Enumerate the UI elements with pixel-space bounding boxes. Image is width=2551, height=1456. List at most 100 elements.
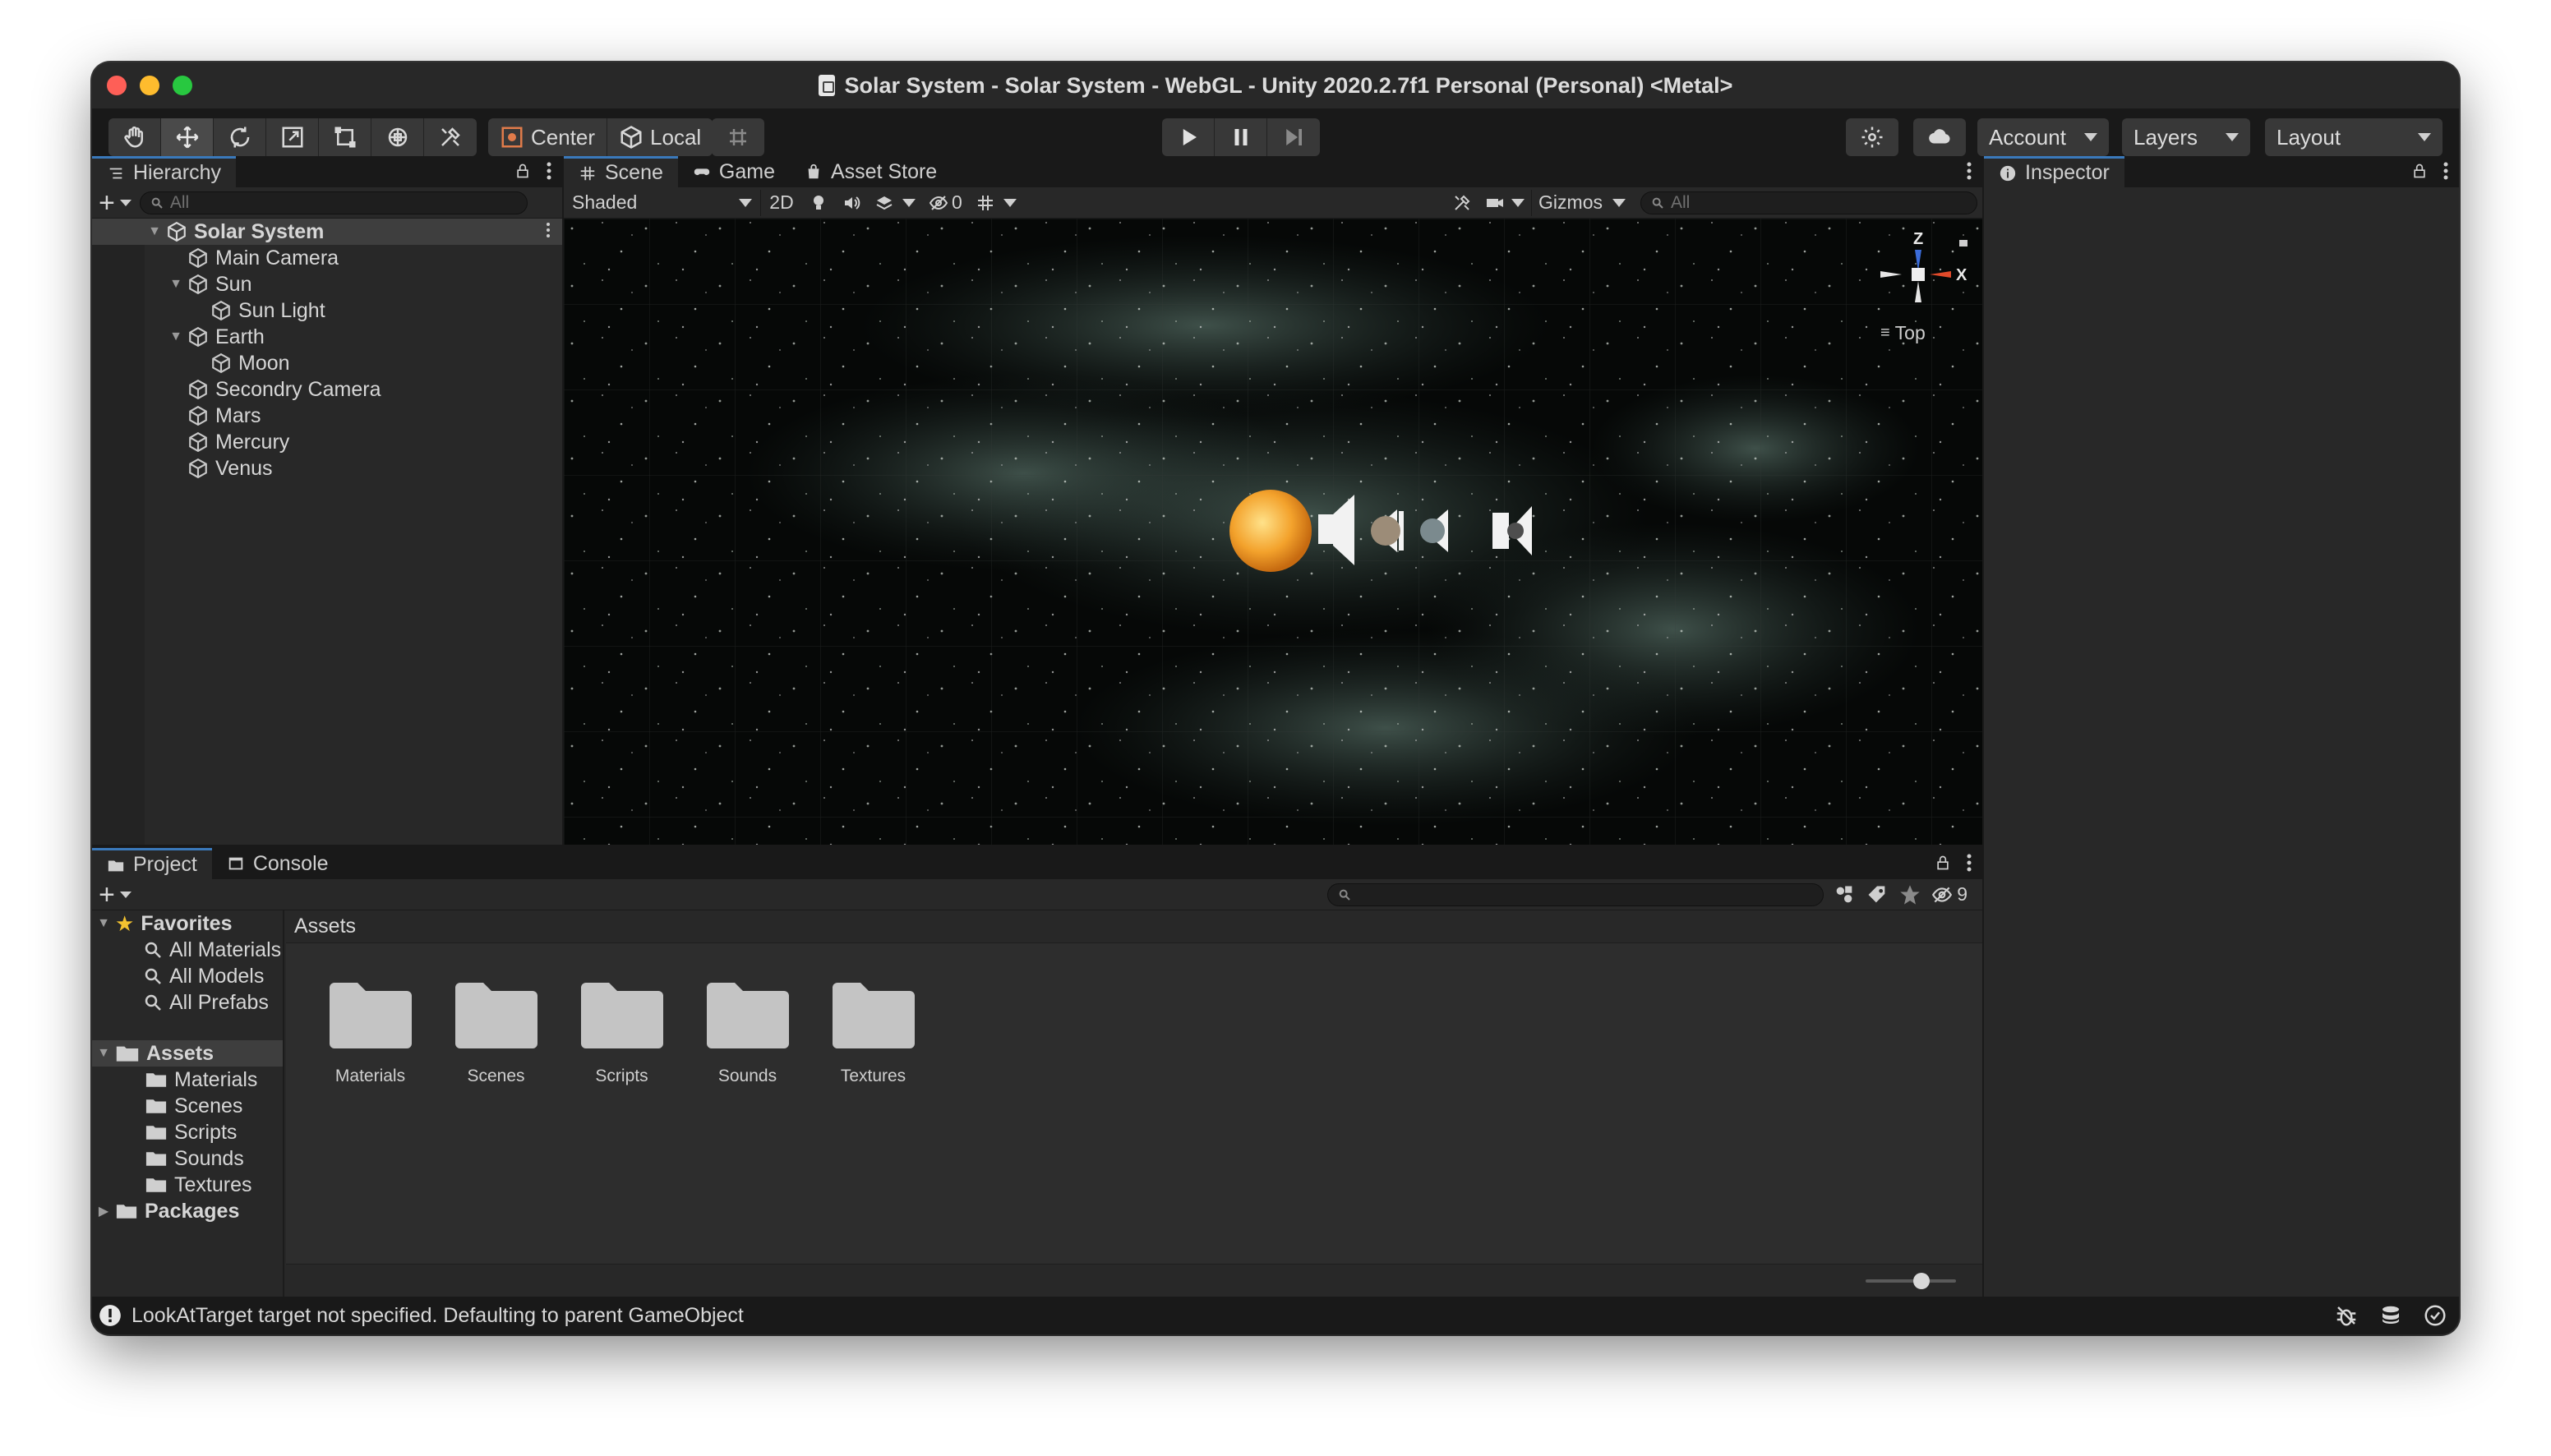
hierarchy-item-earth[interactable]: ▼ Earth	[92, 324, 562, 350]
tab-game[interactable]: Game	[678, 156, 790, 187]
asset-folder-sounds[interactable]: Sounds	[701, 981, 794, 1086]
more-options-icon[interactable]	[546, 161, 552, 181]
pause-button[interactable]	[1215, 118, 1267, 156]
play-button[interactable]	[1162, 118, 1215, 156]
hierarchy-item-main-camera[interactable]: Main Camera	[92, 245, 562, 271]
folder-scripts[interactable]: Scripts	[92, 1119, 283, 1145]
star-icon[interactable]	[1898, 883, 1922, 906]
tab-project[interactable]: Project	[92, 848, 212, 879]
scene-tools-toggle[interactable]	[1446, 190, 1478, 216]
hierarchy-item-solar-system[interactable]: ▼ Solar System	[92, 219, 562, 245]
favorites-header[interactable]: ▼ ★ Favorites	[92, 910, 283, 937]
scene-viewport[interactable]: Z X ≡ Top	[564, 219, 1982, 845]
orientation-label[interactable]: ≡ Top	[1880, 322, 1926, 344]
rotate-tool-button[interactable]	[214, 118, 266, 156]
debug-bug-icon[interactable]	[2334, 1303, 2359, 1328]
more-options-icon[interactable]	[1966, 853, 1972, 873]
favorite-item-all-materials[interactable]: All Materials	[92, 937, 283, 963]
assets-folder[interactable]: ▼ Assets	[92, 1040, 283, 1067]
close-window-button[interactable]	[107, 76, 127, 95]
transform-tool-button[interactable]	[371, 118, 424, 156]
asset-folder-textures[interactable]: Textures	[827, 981, 920, 1086]
hierarchy-item-venus[interactable]: Venus	[92, 455, 562, 481]
step-button[interactable]	[1267, 118, 1320, 156]
label-tag-icon[interactable]	[1865, 883, 1889, 906]
grid-caret-icon[interactable]	[1003, 198, 1017, 207]
check-circle-icon[interactable]	[2423, 1303, 2447, 1328]
favorite-item-all-prefabs[interactable]: All Prefabs	[92, 989, 283, 1016]
more-options-icon[interactable]	[1966, 161, 1972, 181]
folder-materials[interactable]: Materials	[92, 1067, 283, 1093]
effects-toggle[interactable]	[868, 190, 922, 216]
cloud-button[interactable]	[1913, 118, 1966, 156]
shading-mode-dropdown[interactable]: Shaded	[564, 189, 761, 216]
more-options-icon[interactable]	[2443, 161, 2449, 181]
collapse-arrow-icon[interactable]: ▶	[97, 1203, 110, 1219]
space-local-button[interactable]: Local	[607, 118, 713, 156]
window-controls	[107, 76, 192, 95]
tab-scene[interactable]: Scene	[564, 156, 678, 187]
tab-hierarchy[interactable]: Hierarchy	[92, 156, 236, 187]
grid-toggle[interactable]	[969, 190, 1023, 216]
grid-snap-button[interactable]	[712, 118, 764, 156]
tab-asset-store[interactable]: Asset Store	[790, 156, 952, 187]
hierarchy-item-sun[interactable]: ▼ Sun	[92, 271, 562, 297]
lock-icon[interactable]	[1935, 854, 1951, 872]
asset-folder-materials[interactable]: Materials	[324, 981, 417, 1086]
hierarchy-item-sun-light[interactable]: Sun Light	[92, 297, 562, 324]
folder-textures[interactable]: Textures	[92, 1172, 283, 1198]
scale-tool-button[interactable]	[266, 118, 319, 156]
asset-folder-label: Scripts	[595, 1067, 648, 1085]
expand-arrow-icon[interactable]: ▼	[97, 1046, 110, 1061]
hierarchy-item-mercury[interactable]: Mercury	[92, 429, 562, 455]
effects-caret-icon[interactable]	[902, 198, 916, 207]
account-dropdown[interactable]: Account	[1977, 118, 2109, 156]
camera-settings-button[interactable]	[1478, 190, 1531, 216]
project-create-button[interactable]: +	[99, 881, 131, 909]
custom-tool-button[interactable]	[424, 118, 477, 156]
icon-size-slider[interactable]	[1866, 1273, 1956, 1289]
audio-toggle[interactable]	[835, 190, 868, 216]
lighting-toggle[interactable]	[802, 190, 835, 216]
breadcrumb-assets[interactable]: Assets	[294, 915, 356, 938]
expand-arrow-icon[interactable]: ▼	[169, 277, 182, 292]
hierarchy-item-moon[interactable]: Moon	[92, 350, 562, 376]
folder-scenes[interactable]: Scenes	[92, 1093, 283, 1119]
lock-icon[interactable]	[2411, 162, 2428, 180]
expand-arrow-icon[interactable]: ▼	[97, 916, 110, 931]
tab-console[interactable]: Console	[212, 848, 344, 879]
services-button[interactable]	[1846, 118, 1898, 156]
create-button[interactable]: +	[99, 189, 131, 217]
minimize-window-button[interactable]	[140, 76, 159, 95]
move-tool-button[interactable]	[161, 118, 214, 156]
maximize-window-button[interactable]	[173, 76, 192, 95]
search-by-type-icon[interactable]	[1832, 883, 1857, 906]
hidden-objects-toggle[interactable]: 0	[922, 190, 969, 216]
hierarchy-item-secondry-camera[interactable]: Secondry Camera	[92, 376, 562, 403]
scene-options-icon[interactable]	[546, 220, 551, 244]
project-search-input[interactable]	[1327, 882, 1824, 906]
hand-tool-button[interactable]	[108, 118, 161, 156]
slider-thumb[interactable]	[1913, 1273, 1930, 1289]
gizmos-dropdown[interactable]: Gizmos	[1531, 189, 1632, 216]
cache-server-icon[interactable]	[2378, 1303, 2403, 1328]
lock-icon[interactable]	[514, 162, 531, 180]
rect-tool-button[interactable]	[319, 118, 371, 156]
folder-sounds[interactable]: Sounds	[92, 1145, 283, 1172]
hierarchy-search-input[interactable]: All	[139, 191, 528, 214]
hidden-packages-toggle[interactable]: 9	[1931, 883, 1976, 905]
scene-orientation-gizmo[interactable]: Z X ≡ Top	[1869, 230, 1967, 348]
favorite-item-all-models[interactable]: All Models	[92, 963, 283, 989]
tab-inspector[interactable]: Inspector	[1984, 156, 2124, 187]
packages-folder[interactable]: ▶ Packages	[92, 1198, 283, 1224]
expand-arrow-icon[interactable]: ▼	[169, 329, 182, 344]
status-bar[interactable]: LookAtTarget target not specified. Defau…	[92, 1297, 2459, 1334]
layout-dropdown[interactable]: Layout	[2265, 118, 2443, 156]
asset-folder-scripts[interactable]: Scripts	[575, 981, 668, 1086]
pivot-center-button[interactable]: Center	[488, 118, 608, 156]
toggle-2d-button[interactable]: 2D	[761, 190, 802, 216]
hierarchy-item-mars[interactable]: Mars	[92, 403, 562, 429]
asset-folder-scenes[interactable]: Scenes	[450, 981, 542, 1086]
scene-search-input[interactable]: All	[1640, 191, 1977, 214]
layers-dropdown[interactable]: Layers	[2122, 118, 2250, 156]
